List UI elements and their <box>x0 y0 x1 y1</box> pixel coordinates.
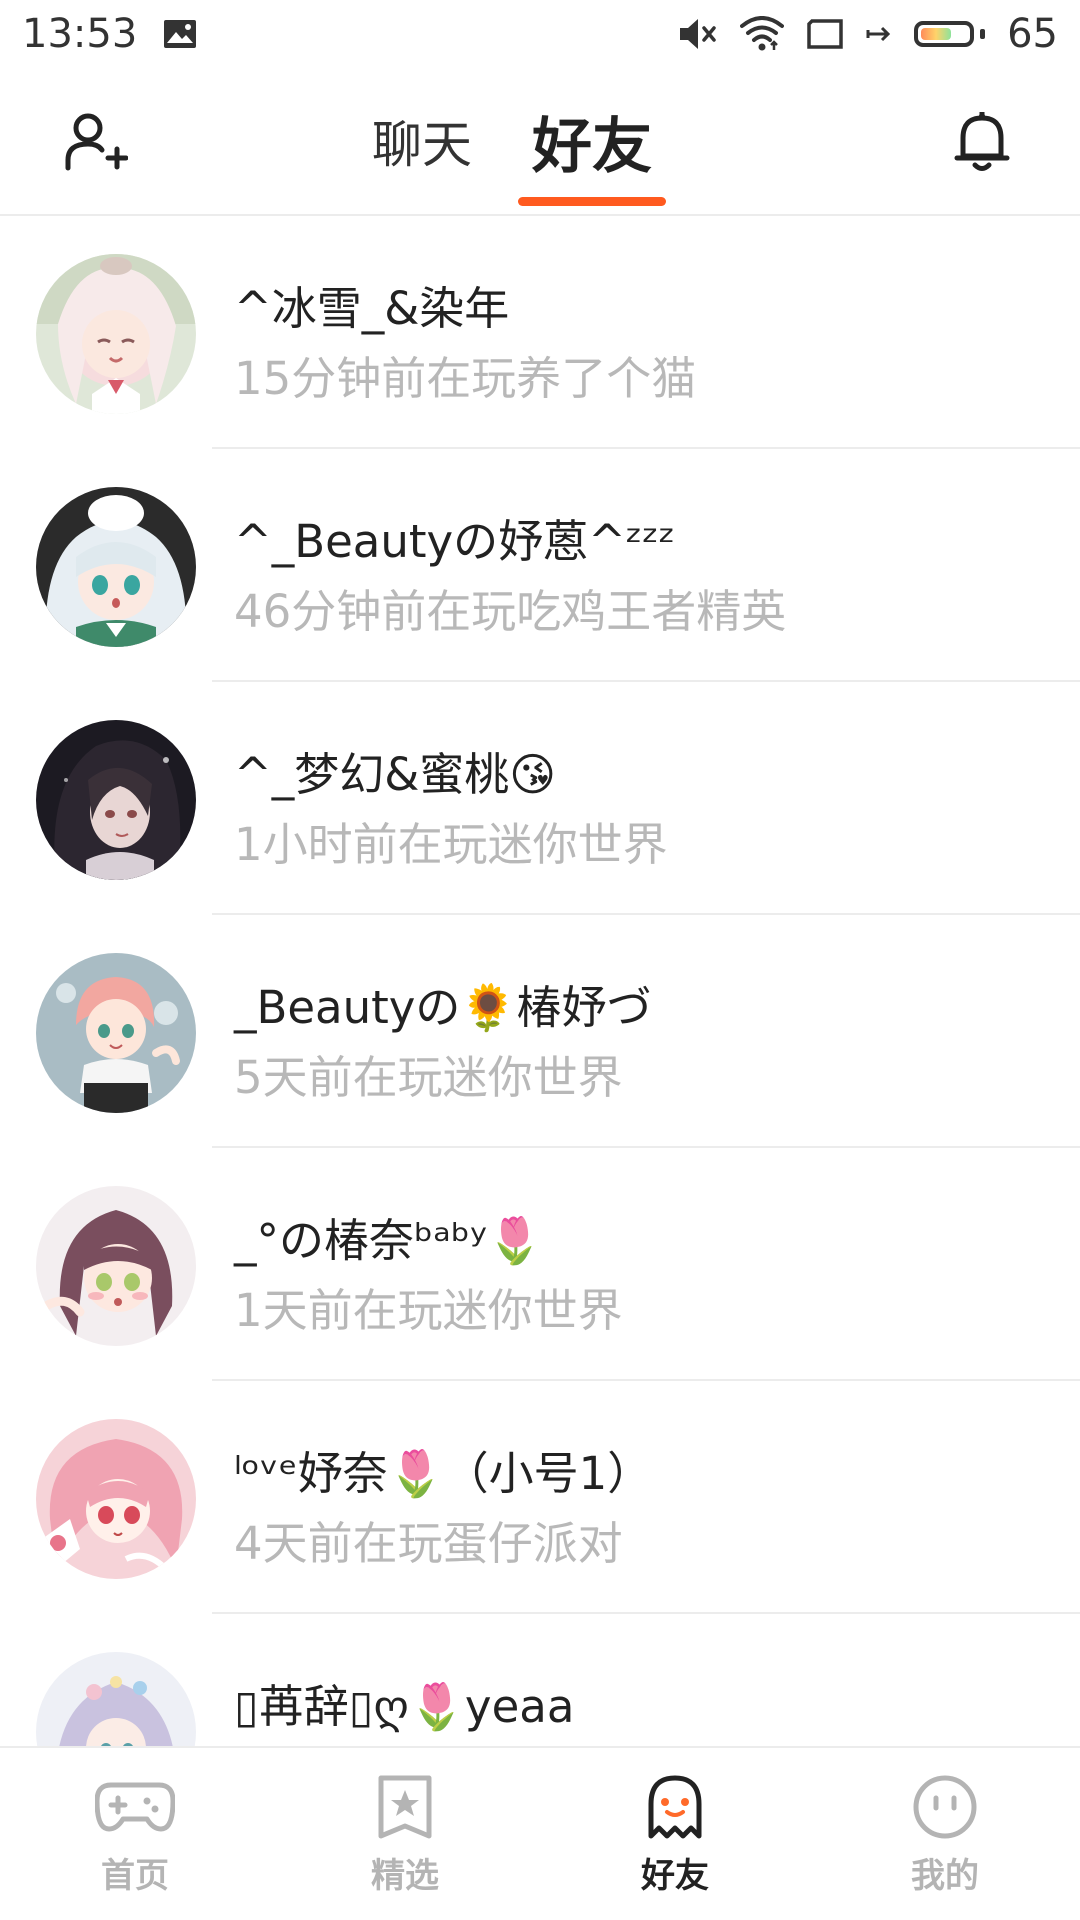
avatar <box>36 487 196 647</box>
mute-icon <box>678 16 718 52</box>
friend-name: ^_Beautyの妤蒽^ᶻᶻᶻ <box>234 515 676 568</box>
bottom-nav: 首页 精选 好友 我的 <box>0 1746 1080 1920</box>
friend-status: 5天前在玩迷你世界 <box>234 1051 623 1104</box>
tab-chat[interactable]: 聊天 <box>370 68 474 214</box>
active-tab-indicator <box>518 197 666 206</box>
friend-name: ^冰雪_&染年 <box>234 282 510 335</box>
friend-row[interactable]: ^_Beautyの妤蒽^ᶻᶻᶻ 46分钟前在玩吃鸡王者精英 <box>0 449 1080 682</box>
tab-chat-label: 聊天 <box>372 116 472 174</box>
friend-name: _Beautyの🌻椿妤づ <box>234 981 652 1034</box>
tab-bar: 聊天 好友 <box>0 68 1080 214</box>
friend-status: 46分钟前在玩吃鸡王者精英 <box>234 585 787 638</box>
friend-name: ^_梦幻&蜜桃😘 <box>234 748 557 801</box>
notifications-button[interactable] <box>946 108 1018 180</box>
nav-featured[interactable]: 精选 <box>270 1748 540 1920</box>
avatar <box>36 254 196 414</box>
star-bookmark-icon <box>365 1772 445 1842</box>
friend-row[interactable]: _°の椿奈ᵇᵃᵇʸ🌷 1天前在玩迷你世界 <box>0 1148 1080 1381</box>
avatar <box>36 953 196 1113</box>
gallery-notification-icon <box>163 19 197 49</box>
gamepad-icon <box>95 1772 175 1842</box>
nav-profile[interactable]: 我的 <box>810 1748 1080 1920</box>
friend-list[interactable]: ^冰雪_&染年 15分钟前在玩养了个猫 ^_Beautyの妤蒽^ᶻᶻᶻ 46分钟… <box>0 216 1080 1746</box>
battery-icon <box>914 21 975 47</box>
battery-tip <box>980 29 986 39</box>
status-left: 13:53 <box>22 11 197 57</box>
nav-friends-label: 好友 <box>641 1848 709 1907</box>
battery-indicator <box>914 21 986 47</box>
friend-name: ˡᵒᵛᵉ妤奈🌷（小号1） <box>234 1447 653 1500</box>
friend-status: 1天前在玩迷你世界 <box>234 1284 623 1337</box>
charging-arrow-icon <box>866 24 892 44</box>
nav-friends[interactable]: 好友 <box>540 1748 810 1920</box>
nav-profile-label: 我的 <box>911 1856 979 1896</box>
nav-featured-label: 精选 <box>371 1856 439 1896</box>
avatar <box>36 1652 196 1746</box>
avatar <box>36 1186 196 1346</box>
battery-level: 65 <box>1007 11 1058 57</box>
tab-friends-label: 好友 <box>532 111 652 182</box>
friend-row[interactable]: _Beautyの🌻椿妤づ 5天前在玩迷你世界 <box>0 915 1080 1148</box>
ghost-icon <box>635 1772 715 1842</box>
friend-row[interactable]: ^冰雪_&染年 15分钟前在玩养了个猫 <box>0 216 1080 449</box>
avatar <box>36 720 196 880</box>
friend-name: _°の椿奈ᵇᵃᵇʸ🌷 <box>234 1214 543 1267</box>
status-time: 13:53 <box>22 11 138 57</box>
screen-icon <box>806 18 844 50</box>
tab-friends[interactable]: 好友 <box>514 68 670 214</box>
top-nav: 聊天 好友 <box>0 68 1080 216</box>
status-right: 65 <box>678 11 1058 57</box>
friend-status: 1小时前在玩迷你世界 <box>234 818 668 871</box>
avatar <box>36 1419 196 1579</box>
friend-status: 15分钟前在玩养了个猫 <box>234 352 697 405</box>
friend-row[interactable]: ˡᵒᵛᵉ妤奈🌷（小号1） 4天前在玩蛋仔派对 <box>0 1381 1080 1614</box>
status-bar: 13:53 65 <box>0 0 1080 68</box>
face-icon <box>905 1772 985 1842</box>
friend-status: 4天前在玩蛋仔派对 <box>234 1517 623 1570</box>
battery-fill <box>921 28 951 40</box>
nav-home[interactable]: 首页 <box>0 1748 270 1920</box>
friend-row[interactable]: ^_梦幻&蜜桃😘 1小时前在玩迷你世界 <box>0 682 1080 915</box>
nav-home-label: 首页 <box>101 1856 169 1896</box>
friend-row[interactable]: ▯苒辞▯ღ🌷yeaa <box>0 1614 1080 1746</box>
wifi-icon <box>740 16 785 52</box>
friend-name: ▯苒辞▯ღ🌷yeaa <box>234 1680 575 1733</box>
bell-icon <box>953 110 1011 178</box>
